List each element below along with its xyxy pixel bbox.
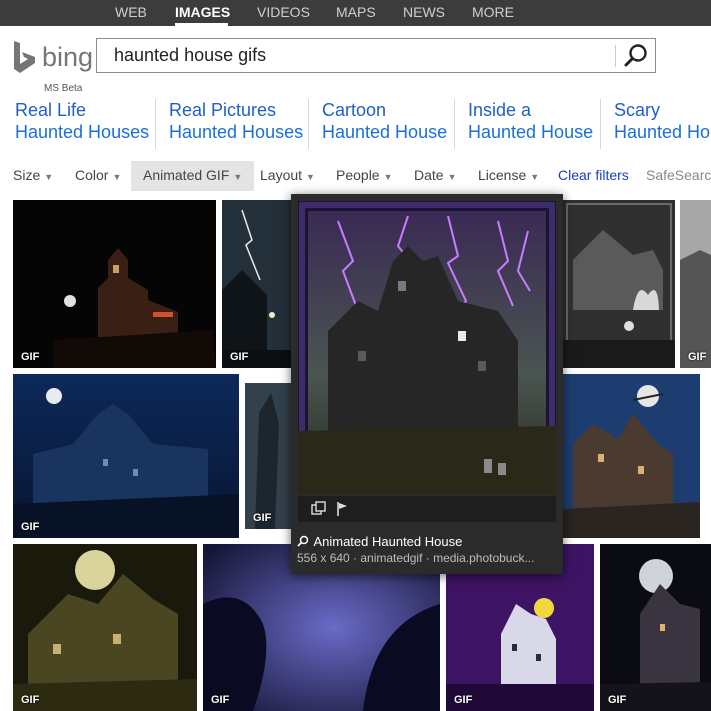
thumbnail-image: [563, 200, 675, 368]
related-line1: Cartoon: [322, 100, 387, 120]
related-search-scary[interactable]: Scary Haunted House: [600, 99, 711, 149]
filter-layout[interactable]: Layout ▼: [260, 161, 315, 191]
gif-badge: GIF: [253, 512, 272, 524]
caret-down-icon: ▼: [530, 172, 540, 182]
nav-maps[interactable]: MAPS: [336, 4, 376, 20]
search-input[interactable]: [97, 39, 615, 72]
image-result[interactable]: GIF: [600, 544, 711, 711]
thumbnail-image: [13, 544, 197, 711]
image-result[interactable]: GIF: [13, 374, 239, 538]
related-line2: Haunted Houses: [15, 122, 150, 142]
filter-license[interactable]: License ▼: [478, 161, 539, 191]
search-divider: [615, 45, 616, 67]
flag-icon[interactable]: [334, 500, 352, 518]
ms-beta-label: MS Beta: [44, 83, 83, 94]
preview-title-row[interactable]: Animated Haunted House: [297, 533, 462, 549]
top-nav-bar: WEB IMAGES VIDEOS MAPS NEWS MORE: [0, 0, 711, 26]
related-search-real-pictures[interactable]: Real Pictures Haunted Houses: [155, 99, 303, 149]
related-line2: Haunted House: [614, 122, 711, 142]
filter-people[interactable]: People ▼: [336, 161, 393, 191]
preview-meta: 556 x 640 · animatedgif · media.photobuc…: [297, 551, 535, 565]
preview-image-art: [298, 201, 556, 494]
filter-size[interactable]: Size ▼: [13, 161, 53, 191]
related-search-inside[interactable]: Inside a Haunted House: [454, 99, 593, 149]
copy-icon[interactable]: [310, 500, 328, 518]
gif-badge: GIF: [454, 694, 473, 706]
search-box: [96, 38, 656, 73]
related-search-cartoon[interactable]: Cartoon Haunted House: [308, 99, 447, 149]
caret-down-icon: ▼: [306, 172, 315, 182]
caret-down-icon: ▼: [44, 172, 54, 182]
thumbnail-image: [245, 383, 292, 529]
image-result[interactable]: GIF: [13, 200, 216, 368]
image-result[interactable]: GIF: [222, 200, 292, 368]
filter-label: Size: [13, 167, 41, 183]
image-result[interactable]: GIF: [680, 200, 711, 368]
related-line1: Real Pictures: [169, 100, 277, 120]
filter-label: Animated GIF: [143, 167, 230, 183]
safesearch-filter[interactable]: SafeSearch: [646, 161, 711, 191]
gif-badge: GIF: [230, 351, 249, 363]
thumbnail-image: [600, 544, 711, 711]
nav-videos[interactable]: VIDEOS: [257, 4, 310, 20]
bing-b-icon: [14, 41, 35, 73]
image-result[interactable]: [563, 200, 675, 368]
gif-badge: GIF: [21, 694, 40, 706]
filter-label: Color: [75, 167, 109, 183]
gif-badge: GIF: [608, 694, 627, 706]
bing-logo-text: bing: [42, 42, 94, 72]
thumbnail-image: [13, 374, 239, 538]
preview-title[interactable]: Animated Haunted House: [313, 534, 462, 549]
filter-label: Date: [414, 167, 444, 183]
nav-active-underline: [175, 23, 228, 26]
nav-news[interactable]: NEWS: [403, 4, 445, 20]
related-line2: Haunted Houses: [169, 122, 304, 142]
filter-label: License: [478, 167, 527, 183]
caret-down-icon: ▼: [112, 172, 122, 182]
thumbnail-image: [680, 200, 711, 368]
filter-type[interactable]: Animated GIF ▼: [131, 161, 255, 191]
related-line2: Haunted House: [322, 122, 448, 142]
caret-down-icon: ▼: [233, 172, 243, 182]
clear-filters-link[interactable]: Clear filters: [558, 161, 629, 191]
filter-label: Layout: [260, 167, 303, 183]
caret-down-icon: ▼: [383, 172, 393, 182]
filter-bar: Size ▼ Color ▼ Animated GIF ▼ Layout ▼ Peopl…: [0, 161, 711, 191]
related-search-real-life[interactable]: Real Life Haunted Houses: [15, 99, 149, 149]
related-line1: Inside a: [468, 100, 532, 120]
filter-date[interactable]: Date ▼: [414, 161, 457, 191]
nav-web[interactable]: WEB: [115, 4, 147, 20]
preview-image[interactable]: [298, 201, 556, 494]
bing-logo[interactable]: bing: [12, 38, 94, 78]
image-preview-popup[interactable]: Animated Haunted House 556 x 640 · anima…: [291, 194, 563, 574]
bing-images-page: WEB IMAGES VIDEOS MAPS NEWS MORE bing MS…: [0, 0, 711, 711]
thumbnail-image: [222, 200, 292, 368]
gif-badge: GIF: [21, 351, 40, 363]
related-line1: Scary: [614, 100, 661, 120]
image-result[interactable]: GIF: [13, 544, 197, 711]
nav-images[interactable]: IMAGES: [175, 4, 230, 20]
filter-color[interactable]: Color ▼: [75, 161, 121, 191]
preview-toolbar: [298, 496, 556, 522]
nav-more[interactable]: MORE: [472, 4, 514, 20]
gif-badge: GIF: [21, 521, 40, 533]
thumbnail-image: [13, 200, 216, 368]
search-icon: [297, 535, 309, 547]
thumbnail-image: [563, 374, 700, 538]
search-icon: [624, 44, 647, 67]
filter-label: People: [336, 167, 380, 183]
caret-down-icon: ▼: [447, 172, 457, 182]
related-line2: Haunted House: [468, 122, 594, 142]
related-line1: Real Life: [15, 100, 87, 120]
search-button[interactable]: [619, 41, 653, 71]
gif-badge: GIF: [688, 351, 707, 363]
gif-badge: GIF: [211, 694, 230, 706]
image-result[interactable]: [563, 374, 700, 538]
image-result[interactable]: GIF: [245, 383, 292, 529]
